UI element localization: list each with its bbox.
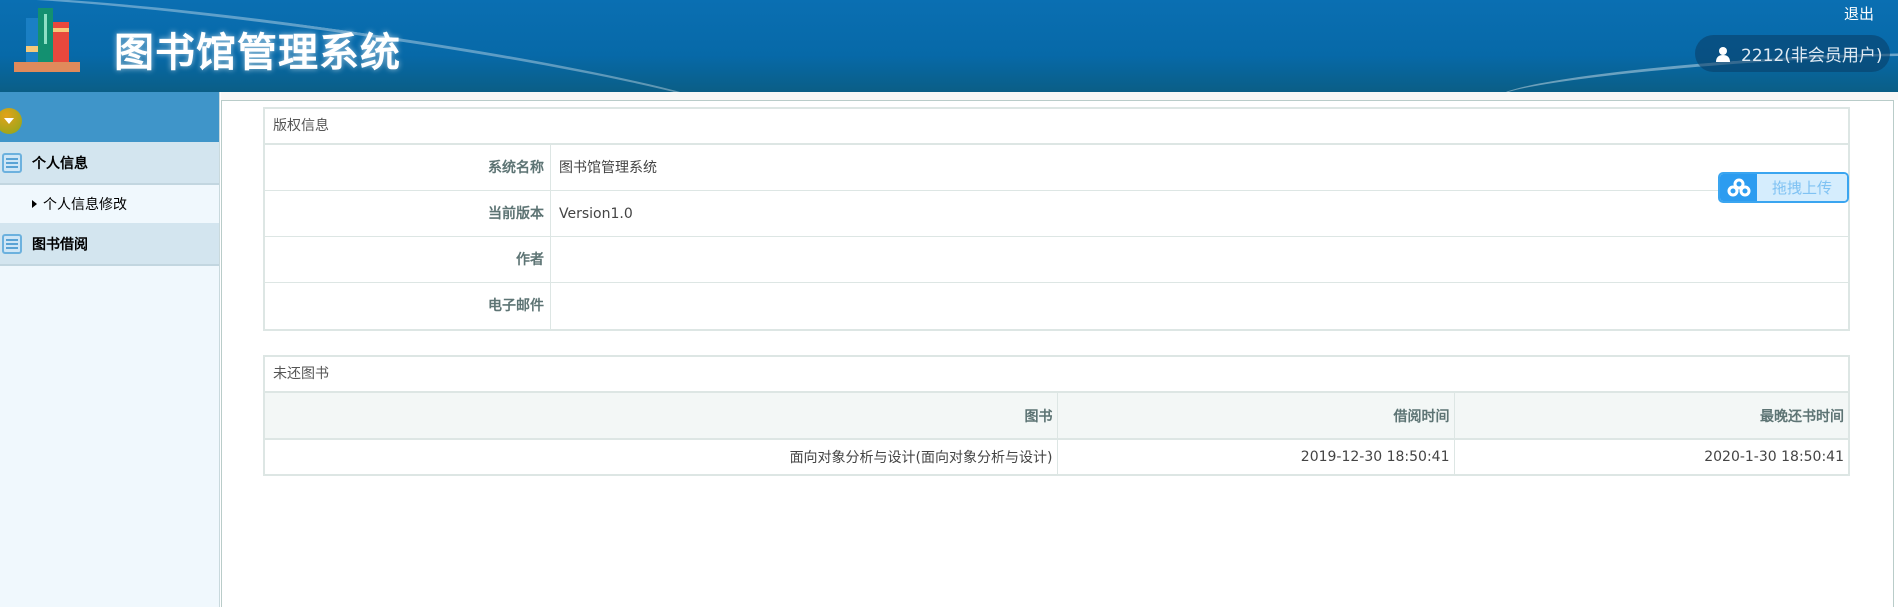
sidebar-group-book-borrow[interactable]: 图书借阅 [0,223,219,266]
list-icon [2,233,22,254]
copyright-panel: 版权信息 系统名称 图书馆管理系统 当前版本 Version1.0 作者 电子邮… [263,107,1850,331]
app-header: 图书馆管理系统 退出 2212(非会员用户) [0,0,1898,92]
column-header-book: 图书 [265,393,1058,440]
table-header-row: 图书 借阅时间 最晚还书时间 [265,393,1848,440]
sidebar-top [0,92,219,142]
info-value [551,283,1848,329]
column-header-borrow-time: 借阅时间 [1057,393,1455,440]
panel-title: 未还图书 [265,357,1848,393]
sidebar-group-label: 图书借阅 [32,236,88,253]
column-header-due-time: 最晚还书时间 [1454,393,1848,440]
info-label: 电子邮件 [265,283,551,329]
info-row: 系统名称 图书馆管理系统 [265,145,1848,191]
table-row: 面向对象分析与设计(面向对象分析与设计) 2019-12-30 18:50:41… [265,439,1848,474]
books-logo-icon [14,8,80,72]
cloud-icon [1720,174,1757,201]
unreturned-books-table: 图书 借阅时间 最晚还书时间 面向对象分析与设计(面向对象分析与设计) 2019… [265,393,1848,474]
upload-label: 拖拽上传 [1757,174,1847,201]
info-value: Version1.0 [559,206,633,222]
sidebar-group-label: 个人信息 [32,155,88,172]
info-row: 当前版本 Version1.0 [265,191,1848,237]
panel-title: 版权信息 [265,109,1848,145]
info-label: 作者 [265,237,551,282]
logout-link[interactable]: 退出 [1844,3,1874,24]
info-row: 电子邮件 [265,283,1848,329]
user-badge[interactable]: 2212(非会员用户) [1695,35,1890,72]
info-label: 当前版本 [265,191,551,236]
sidebar: 个人信息 个人信息修改 图书借阅 [0,92,220,607]
cell-borrow-time: 2019-12-30 18:50:41 [1057,439,1455,474]
collapse-toggle-icon[interactable] [0,108,22,134]
app-title: 图书馆管理系统 [114,30,401,76]
info-value [551,237,1848,282]
cell-due-time: 2020-1-30 18:50:41 [1704,449,1844,465]
info-label: 系统名称 [265,145,551,190]
content-gap [221,92,1898,100]
sidebar-group-personal-info[interactable]: 个人信息 [0,142,219,185]
drag-upload-button[interactable]: 拖拽上传 [1718,172,1849,203]
info-row: 作者 [265,237,1848,283]
user-name: 2212(非会员用户) [1741,46,1883,66]
cell-book: 面向对象分析与设计(面向对象分析与设计) [265,439,1058,474]
sidebar-item-edit-personal-info[interactable]: 个人信息修改 [0,185,219,223]
user-icon [1716,46,1730,62]
caret-right-icon [32,200,37,208]
list-icon [2,152,22,173]
sidebar-item-label: 个人信息修改 [43,197,127,213]
info-value: 图书馆管理系统 [559,160,657,176]
unreturned-books-panel: 未还图书 图书 借阅时间 最晚还书时间 面向对象分析与设计(面向对象分析与设计)… [263,355,1850,476]
